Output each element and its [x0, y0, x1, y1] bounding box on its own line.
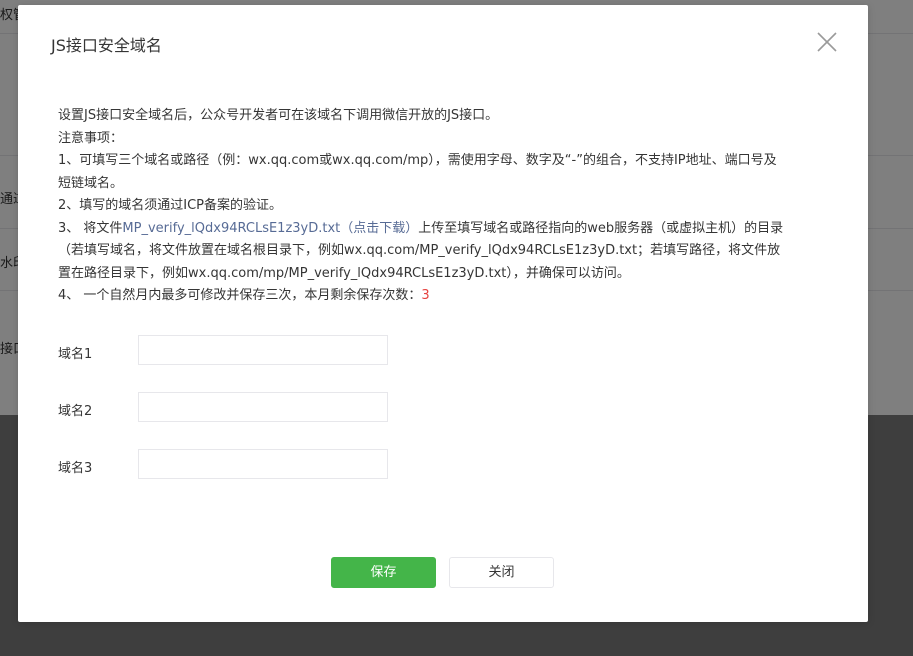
domain-label-3: 域名3 [58, 461, 93, 476]
close-button[interactable]: 关闭 [449, 557, 554, 588]
verify-file-link[interactable]: MP_verify_lQdx94RCLsE1z3yD.txt [122, 221, 340, 236]
js-domain-dialog: JS接口安全域名 设置JS接口安全域名后，公众号开发者可在该域名下调用微信开放的… [18, 5, 868, 622]
notes-heading: 注意事项： [58, 130, 124, 146]
note-item-3-prefix: 3、 将文件 [58, 220, 123, 236]
download-link[interactable]: （点击下载） [340, 221, 418, 236]
remaining-count: 3 [421, 288, 430, 303]
domain-label-1: 域名1 [58, 347, 93, 362]
domain-label-2: 域名2 [58, 404, 93, 419]
domain-field-2: 域名2 [58, 392, 418, 424]
domain-field-1: 域名1 [58, 335, 418, 367]
domain-field-3: 域名3 [58, 449, 418, 481]
note-item-3-suffix: 上传至填写域名或路径指向的web服务器（或虚拟主机）的目录 [418, 220, 784, 236]
close-icon[interactable] [816, 31, 838, 53]
dialog-title: JS接口安全域名 [51, 36, 162, 55]
note-item-4: 4、 一个自然月内最多可修改并保存三次，本月剩余保存次数：3 [58, 285, 836, 308]
note-item-4-text: 4、 一个自然月内最多可修改并保存三次，本月剩余保存次数： [58, 288, 422, 303]
domain-input-2[interactable] [138, 392, 388, 422]
notes-section: 设置JS接口安全域名后，公众号开发者可在该域名下调用微信开放的JS接口。 注意事… [58, 105, 836, 308]
note-item-3: 3、 将文件MP_verify_lQdx94RCLsE1z3yD.txt（点击下… [58, 218, 836, 241]
notes-intro: 设置JS接口安全域名后，公众号开发者可在该域名下调用微信开放的JS接口。 [58, 108, 499, 123]
domain-input-3[interactable] [138, 449, 388, 479]
domain-input-1[interactable] [138, 335, 388, 365]
save-button[interactable]: 保存 [331, 557, 436, 588]
note-item-1-continued: 短链域名。 [58, 175, 124, 191]
note-item-1: 1、可填写三个域名或路径（例：wx.qq.com或wx.qq.com/mp），需… [58, 153, 777, 168]
note-item-3-continued: （若填写域名，将文件放置在域名根目录下，例如wx.qq.com/MP_verif… [58, 243, 781, 258]
note-item-2: 2、填写的域名须通过ICP备案的验证。 [58, 198, 283, 213]
note-item-3-continued-2: 置在路径目录下，例如wx.qq.com/mp/MP_verify_lQdx94R… [58, 265, 630, 281]
